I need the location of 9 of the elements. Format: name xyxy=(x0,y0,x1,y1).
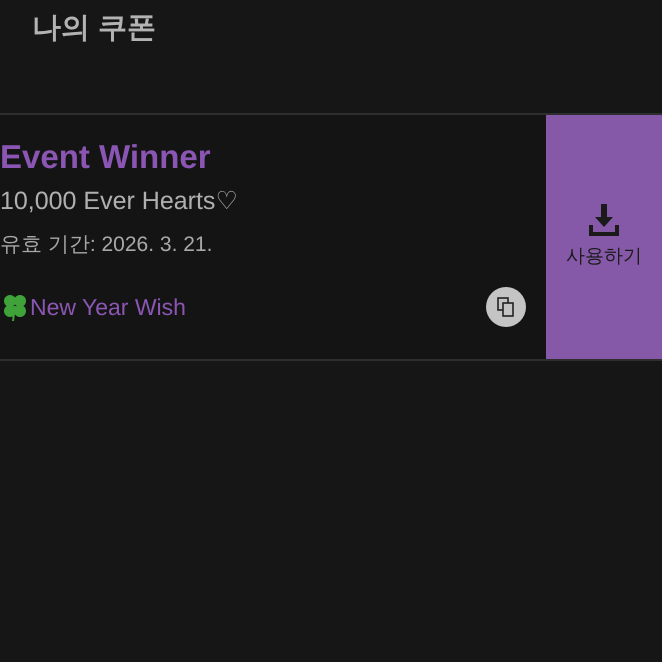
coupon-title: Event Winner xyxy=(0,137,211,177)
copy-icon xyxy=(497,297,515,317)
coupon-tag: New Year Wish xyxy=(30,290,186,324)
page-title: 나의 쿠폰 xyxy=(32,11,158,46)
download-icon xyxy=(588,202,620,237)
use-button[interactable]: 사용하기 xyxy=(546,115,662,359)
coupon-reward: 10,000 Ever Hearts♡ xyxy=(0,186,238,217)
validity-date: 유효 기간: 2026. 3. 21. xyxy=(0,232,212,258)
copy-button[interactable] xyxy=(486,287,526,327)
